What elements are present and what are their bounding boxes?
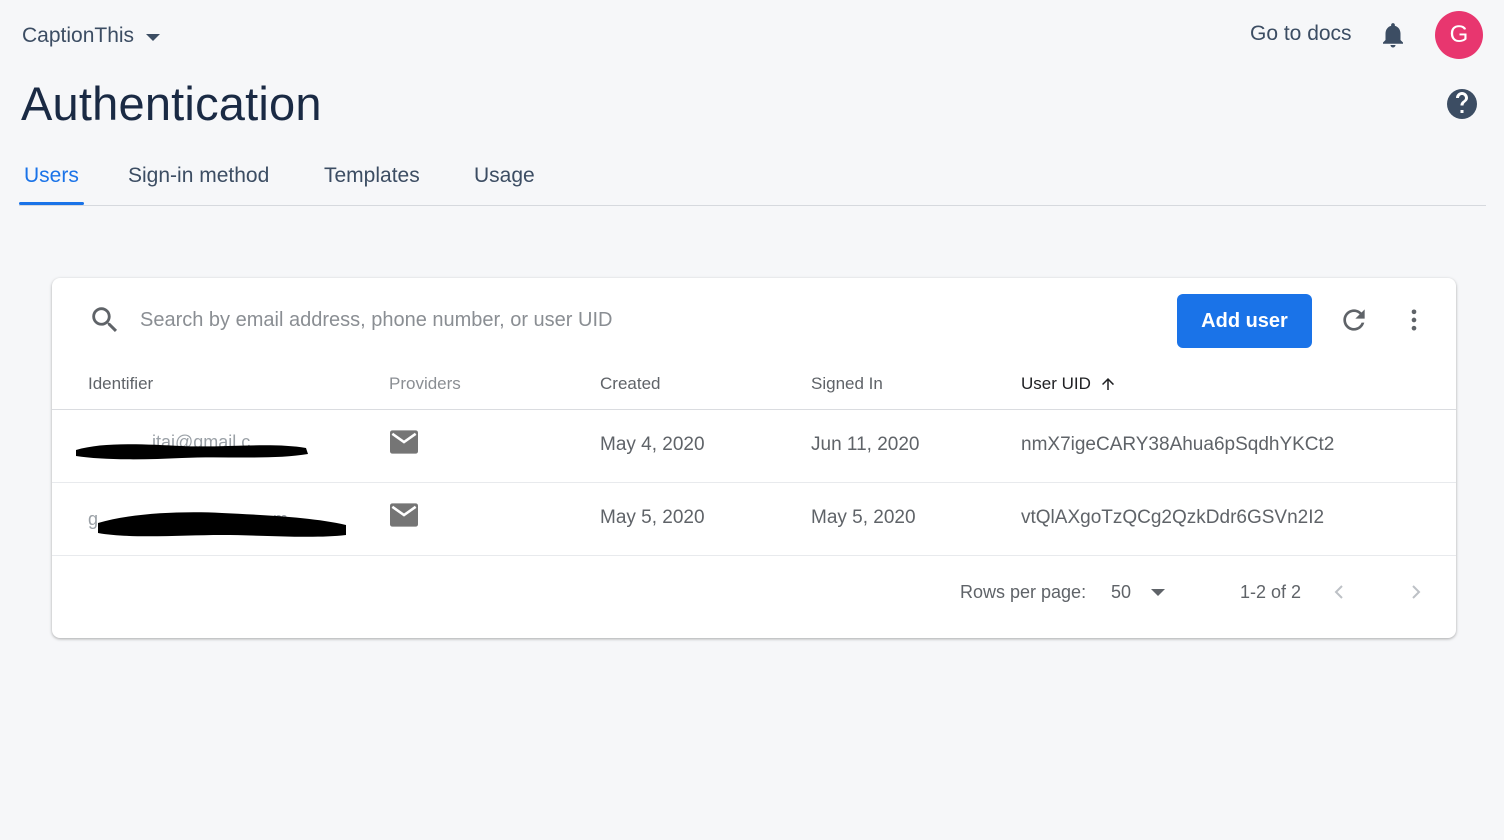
chevron-down-icon bbox=[1151, 589, 1166, 596]
previous-page-icon[interactable] bbox=[1327, 580, 1351, 604]
go-to-docs-link[interactable]: Go to docs bbox=[1250, 22, 1352, 46]
users-card: Add user Identifier Providers Created Si… bbox=[52, 278, 1456, 638]
signed-in-date: Jun 11, 2020 bbox=[811, 434, 920, 455]
pagination-footer: Rows per page: 50 1-2 of 2 bbox=[52, 572, 1456, 622]
tab-sign-in-method[interactable]: Sign-in method bbox=[128, 164, 269, 188]
table-row[interactable]: itai@gmail.c May 4, 2020 Jun 11, 2020 nm… bbox=[52, 410, 1456, 483]
arrow-up-icon bbox=[1101, 378, 1114, 390]
signed-in-date: May 5, 2020 bbox=[811, 507, 916, 528]
chevron-down-icon bbox=[146, 33, 161, 41]
search-icon bbox=[92, 307, 118, 333]
notifications-bell-icon[interactable] bbox=[1378, 20, 1408, 50]
column-signed-in[interactable]: Signed In bbox=[811, 374, 883, 394]
search-input[interactable] bbox=[140, 302, 840, 338]
table-row[interactable]: g m May 5, 2020 May 5, 2020 vtQlAXgoTzQC… bbox=[52, 483, 1456, 556]
table-header: Identifier Providers Created Signed In U… bbox=[52, 366, 1456, 410]
tab-usage[interactable]: Usage bbox=[474, 164, 535, 188]
page-title: Authentication bbox=[21, 77, 322, 130]
redaction-mark bbox=[76, 444, 308, 460]
project-selector[interactable]: CaptionThis bbox=[22, 22, 161, 50]
help-icon[interactable] bbox=[1444, 86, 1480, 122]
avatar[interactable]: G bbox=[1435, 11, 1483, 59]
active-tab-indicator bbox=[19, 202, 84, 205]
rows-per-page-value: 50 bbox=[1111, 582, 1132, 602]
top-bar: CaptionThis Go to docs G bbox=[0, 0, 1504, 70]
project-name: CaptionThis bbox=[22, 24, 135, 47]
rows-per-page-label: Rows per page: bbox=[960, 582, 1087, 602]
more-vert-icon[interactable] bbox=[1400, 304, 1428, 336]
user-uid: vtQlAXgoTzQCg2QzkDdr6GSVn2I2 bbox=[1021, 507, 1325, 528]
tab-bar: Users Sign-in method Templates Usage bbox=[19, 150, 1486, 206]
column-identifier[interactable]: Identifier bbox=[88, 374, 153, 394]
redaction-mark bbox=[98, 512, 346, 537]
user-uid: nmX7igeCARY38Ahua6pSqdhYKCt2 bbox=[1021, 434, 1335, 455]
column-user-uid-label: User UID bbox=[1021, 374, 1091, 393]
created-date: May 5, 2020 bbox=[600, 507, 705, 528]
pagination-range: 1-2 of 2 bbox=[1240, 582, 1302, 602]
created-date: May 4, 2020 bbox=[600, 434, 705, 455]
email-provider-icon bbox=[390, 430, 418, 454]
next-page-icon[interactable] bbox=[1404, 580, 1428, 604]
column-user-uid[interactable]: User UID bbox=[1021, 374, 1117, 394]
add-user-button[interactable]: Add user bbox=[1177, 294, 1312, 348]
column-created[interactable]: Created bbox=[600, 374, 660, 394]
refresh-icon[interactable] bbox=[1338, 304, 1370, 336]
tab-templates[interactable]: Templates bbox=[324, 164, 420, 188]
email-provider-icon bbox=[390, 503, 418, 527]
tab-users[interactable]: Users bbox=[24, 164, 79, 188]
rows-per-page-select[interactable]: 50 bbox=[1111, 582, 1166, 603]
column-providers: Providers bbox=[389, 374, 461, 393]
